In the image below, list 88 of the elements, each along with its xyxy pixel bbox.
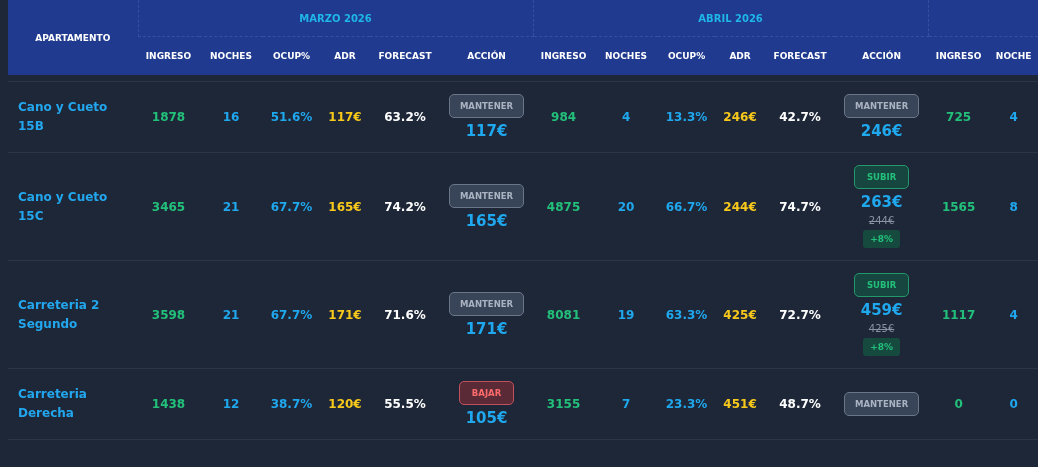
change-badge: +8% (863, 338, 900, 356)
month-header: MARZO 2026 (299, 12, 372, 24)
income-cell: 4875 (533, 152, 595, 261)
income-cell: 984 (533, 81, 595, 153)
apartment-name[interactable]: Cano y Cueto 15C (18, 187, 136, 226)
nights-cell: 19 (594, 260, 659, 369)
nights-cell: 20 (594, 152, 659, 261)
suggested-price: 171€ (465, 319, 508, 338)
nights-cell: 7 (594, 368, 659, 440)
apartment-name[interactable]: Cano y Cueto 15B (18, 98, 136, 136)
income-cell: 1565 (928, 152, 990, 261)
column-header: NOCHE (989, 36, 1038, 75)
adr-cell: 425€ (715, 260, 766, 369)
occupancy-cell: 13.3% (658, 81, 716, 153)
forecast-cell: 72.7% (765, 260, 836, 369)
adr-cell: 451€ (715, 368, 766, 440)
action-button[interactable]: SUBIR (853, 165, 910, 189)
forecast-cell: 48.7% (765, 368, 836, 440)
income-cell: 1878 (138, 81, 199, 153)
nights-cell: 4 (989, 260, 1038, 369)
occupancy-cell: 67.7% (263, 152, 320, 261)
column-header: INGRESO (533, 36, 595, 75)
column-header: ADR (320, 36, 370, 75)
nights-cell: 4 (989, 81, 1038, 153)
adr-cell: 246€ (715, 81, 766, 153)
apartment-name[interactable]: Carreteria 2 Segundo (18, 295, 136, 334)
income-cell: 3465 (138, 152, 199, 261)
adr-cell: 165€ (320, 152, 370, 261)
occupancy-cell: 51.6% (263, 81, 320, 153)
suggested-price: 246€ (860, 122, 903, 140)
occupancy-cell: 66.7% (658, 152, 716, 261)
income-cell: 1438 (138, 368, 199, 440)
forecast-cell: 63.2% (370, 81, 440, 153)
column-header: FORECAST (765, 36, 836, 75)
column-header: INGRESO (138, 36, 199, 75)
column-header: ACCIÓN (440, 36, 534, 75)
month-header: ABRIL 2026 (698, 12, 763, 24)
column-header: ACCIÓN (835, 36, 929, 75)
income-cell: 1117 (928, 260, 990, 369)
nights-cell: 0 (989, 368, 1038, 440)
action-button[interactable]: BAJAR (458, 381, 515, 405)
previous-price: 244€ (868, 215, 895, 226)
forecast-cell: 74.7% (765, 152, 836, 261)
column-header: NOCHES (199, 36, 263, 75)
occupancy-cell: 67.7% (263, 260, 320, 369)
forecast-cell: 74.2% (370, 152, 440, 261)
suggested-price: 165€ (465, 211, 508, 230)
action-button[interactable]: MANTENER (843, 94, 920, 118)
suggested-price: 105€ (465, 409, 508, 427)
adr-cell: 120€ (320, 368, 370, 440)
nights-cell: 21 (199, 260, 263, 369)
column-header: OCUP% (658, 36, 716, 75)
suggested-price: 117€ (465, 122, 508, 140)
previous-price: 425€ (868, 323, 895, 334)
forecast-cell: 71.6% (370, 260, 440, 369)
income-cell: 0 (928, 368, 990, 440)
nights-cell: 4 (594, 81, 659, 153)
adr-cell: 117€ (320, 81, 370, 153)
adr-cell: 244€ (715, 152, 766, 261)
suggested-price: 263€ (860, 193, 903, 211)
column-header: APARTAMENTO (8, 0, 138, 75)
nights-cell: 16 (199, 81, 263, 153)
occupancy-cell: 63.3% (658, 260, 716, 369)
action-button[interactable]: MANTENER (448, 291, 525, 316)
forecast-cell: 55.5% (370, 368, 440, 440)
income-cell: 8081 (533, 260, 595, 369)
column-header: FORECAST (370, 36, 440, 75)
column-header: INGRESO (928, 36, 990, 75)
nights-cell: 8 (989, 152, 1038, 261)
nights-cell: 21 (199, 152, 263, 261)
forecast-cell: 42.7% (765, 81, 836, 153)
action-button[interactable]: MANTENER (448, 94, 525, 118)
apartment-name[interactable]: Carreteria Derecha (18, 385, 136, 423)
income-cell: 3155 (533, 368, 595, 440)
column-header: NOCHES (594, 36, 659, 75)
change-badge: +8% (863, 230, 900, 248)
column-header: OCUP% (263, 36, 320, 75)
nights-cell: 12 (199, 368, 263, 440)
income-cell: 725 (928, 81, 990, 153)
column-header: ADR (715, 36, 766, 75)
action-button[interactable]: SUBIR (853, 273, 910, 297)
action-button[interactable]: MANTENER (843, 392, 920, 416)
occupancy-cell: 38.7% (263, 368, 320, 440)
action-button[interactable]: MANTENER (448, 183, 525, 208)
adr-cell: 171€ (320, 260, 370, 369)
income-cell: 3598 (138, 260, 199, 369)
occupancy-cell: 23.3% (658, 368, 716, 440)
suggested-price: 459€ (860, 301, 903, 319)
